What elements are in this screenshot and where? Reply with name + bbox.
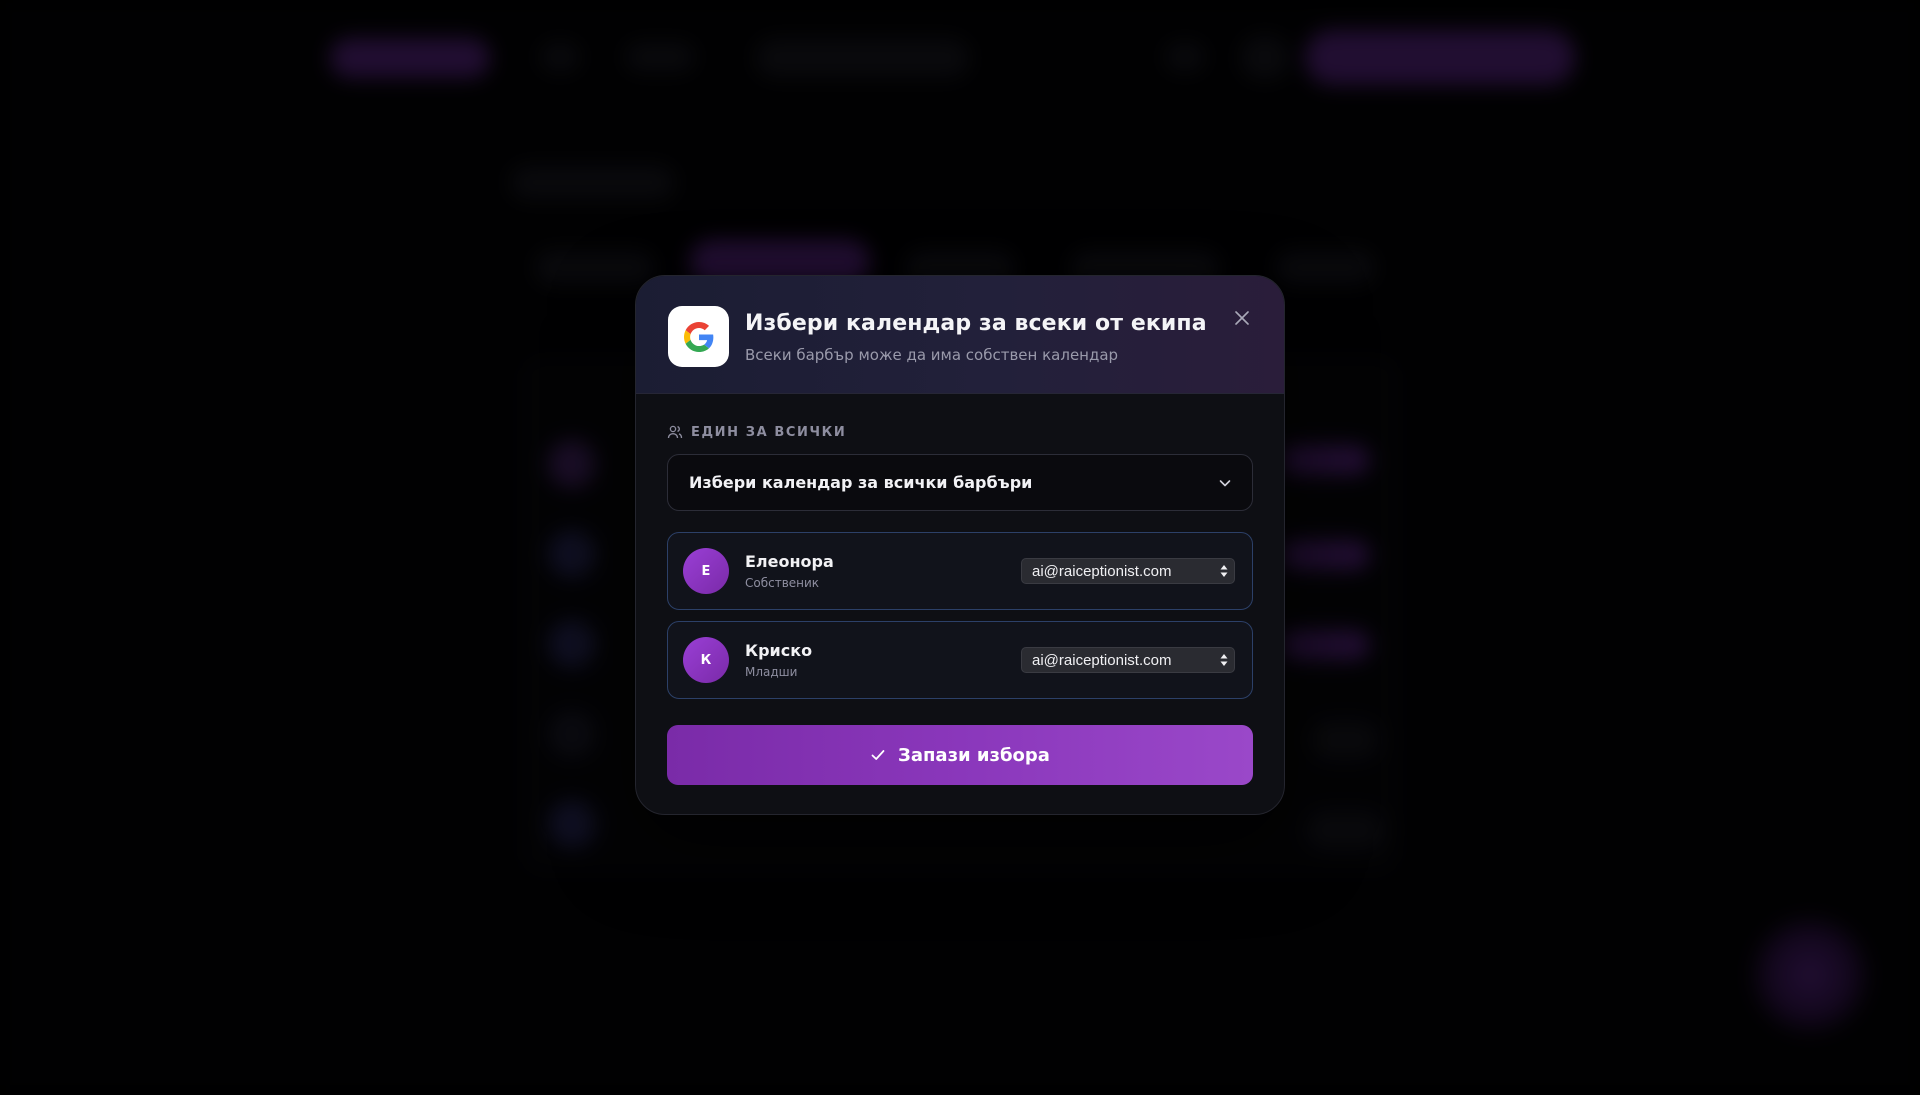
google-g-icon [668, 306, 729, 367]
save-selection-button[interactable]: Запази избора [667, 725, 1253, 785]
member-calendar-select[interactable]: ai@raiceptionist.com [1021, 647, 1235, 673]
select-arrows-icon [1220, 654, 1228, 666]
section-label-text: ЕДИН ЗА ВСИЧКИ [691, 424, 847, 440]
users-icon [667, 425, 683, 439]
check-icon [871, 750, 885, 760]
member-role: Собственик [745, 576, 820, 590]
avatar: К [683, 637, 729, 683]
select-all-calendar-dropdown[interactable]: Избери календар за всички барбъри [667, 454, 1253, 511]
modal-title: Избери календар за всеки от екипа [745, 311, 1207, 336]
member-calendar-select[interactable]: ai@raiceptionist.com [1021, 558, 1235, 584]
member-name: Елеонора [745, 552, 834, 571]
modal-subtitle: Всеки барбър може да има собствен календ… [745, 346, 1119, 364]
member-row: К Криско Младши ai@raiceptionist.com [667, 621, 1253, 699]
calendar-assignment-modal: Избери календар за всеки от екипа Всеки … [635, 275, 1285, 815]
select-all-calendar-value: Избери календар за всички барбъри [689, 473, 1033, 492]
section-label: ЕДИН ЗА ВСИЧКИ [667, 424, 1253, 440]
member-calendar-value: ai@raiceptionist.com [1032, 651, 1172, 669]
chevron-down-icon [1219, 479, 1231, 486]
save-selection-label: Запази избора [898, 744, 1050, 766]
member-role: Младши [745, 665, 798, 679]
close-icon [1235, 311, 1249, 325]
close-button[interactable] [1228, 304, 1256, 332]
avatar: Е [683, 548, 729, 594]
member-row: Е Елеонора Собственик ai@raiceptionist.c… [667, 532, 1253, 610]
member-name: Криско [745, 641, 813, 660]
modal-body: ЕДИН ЗА ВСИЧКИ Избери календар за всички… [636, 394, 1284, 785]
member-calendar-value: ai@raiceptionist.com [1032, 562, 1172, 580]
modal-header: Избери календар за всеки от екипа Всеки … [636, 276, 1284, 394]
select-arrows-icon [1220, 565, 1228, 577]
